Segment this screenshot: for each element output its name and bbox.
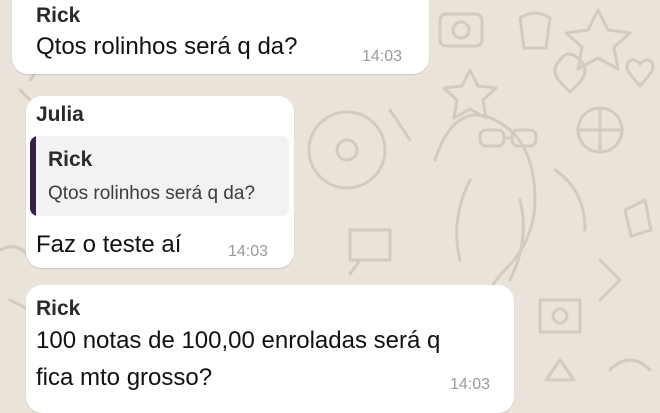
message-bubble-2[interactable]: Julia Rick Qtos rolinhos será q da? Faz … (26, 96, 294, 268)
message-text: Qtos rolinhos será q da? (36, 33, 298, 60)
message-text: Faz o teste aí (36, 231, 182, 258)
message-timestamp: 14:03 (450, 376, 491, 393)
message-bubble-3[interactable]: Rick 100 notas de 100,00 enroladas será … (26, 285, 514, 413)
message-text-line-2: fica mto grosso? (36, 364, 213, 391)
quote-accent-bar (30, 136, 36, 216)
quoted-text: Qtos rolinhos será q da? (48, 183, 256, 204)
message-sender: Julia (36, 103, 84, 126)
quoted-sender: Rick (48, 148, 93, 171)
message-text-line-1: 100 notas de 100,00 enroladas será q (36, 327, 441, 354)
message-bubble-1[interactable]: Rick Qtos rolinhos será q da? 14:03 (12, 0, 429, 74)
quoted-message[interactable]: Rick Qtos rolinhos será q da? (30, 136, 289, 216)
message-sender: Rick (36, 4, 81, 27)
message-timestamp: 14:03 (228, 243, 269, 260)
message-timestamp: 14:03 (362, 48, 403, 65)
message-sender: Rick (36, 297, 81, 320)
